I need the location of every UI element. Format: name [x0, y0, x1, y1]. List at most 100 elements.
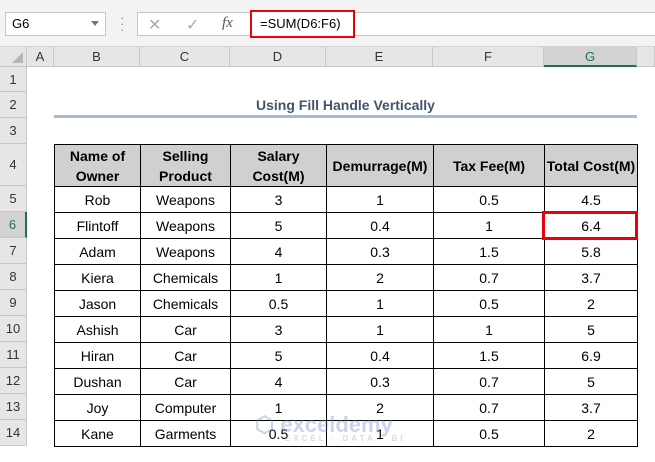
table-cell[interactable]: Chemicals	[140, 290, 231, 317]
name-box-value: G6	[12, 16, 30, 31]
table-cell[interactable]: 2	[326, 264, 434, 291]
table-cell[interactable]: 1	[433, 212, 545, 239]
column-header-E[interactable]: E	[326, 47, 433, 67]
table-cell[interactable]: 1	[230, 264, 327, 291]
table-cell[interactable]: 0.5	[433, 290, 545, 317]
column-header-A[interactable]: A	[27, 47, 54, 67]
table-cell[interactable]: 5	[544, 368, 638, 395]
table-cell[interactable]: 0.3	[326, 368, 434, 395]
table-cell[interactable]: 0.4	[326, 212, 434, 239]
column-header-F[interactable]: F	[433, 47, 544, 67]
row-header-12[interactable]: 12	[0, 368, 27, 394]
table-cell[interactable]: Computer	[140, 394, 231, 421]
table-cell[interactable]: Ashish	[54, 316, 141, 343]
table-cell[interactable]: Flintoff	[54, 212, 141, 239]
chevron-down-icon[interactable]	[91, 21, 99, 26]
table-cell[interactable]: Car	[140, 316, 231, 343]
table-cell[interactable]: 5	[230, 212, 327, 239]
table-cell[interactable]: 3.7	[544, 394, 638, 421]
row-header-6[interactable]: 6	[0, 212, 27, 238]
row-header-11[interactable]: 11	[0, 342, 27, 368]
column-header-D[interactable]: D	[230, 47, 326, 67]
table-header-cell[interactable]: Demurrage(M)	[326, 144, 434, 187]
table-cell[interactable]: 0.7	[433, 394, 545, 421]
table-cell[interactable]: 2	[544, 420, 638, 447]
table-cell[interactable]: 0.5	[433, 186, 545, 213]
row-header-4[interactable]: 4	[0, 144, 27, 186]
table-cell[interactable]: Weapons	[140, 238, 231, 265]
column-header-C[interactable]: C	[140, 47, 230, 67]
table-cell[interactable]: 1	[326, 186, 434, 213]
formula-text[interactable]: =SUM(D6:F6)	[250, 10, 355, 38]
formula-bar-area: G6 · · · ✕ ✓ fx =SUM(D6:F6)	[0, 0, 655, 47]
table-cell[interactable]: Adam	[54, 238, 141, 265]
column-header-G[interactable]: G	[544, 47, 637, 67]
selected-cell-highlight	[542, 211, 638, 240]
table-cell[interactable]: 4	[230, 368, 327, 395]
table-row: Jason Chemicals 0.5 1 0.5 2	[54, 290, 638, 317]
row-header-7[interactable]: 7	[0, 238, 27, 264]
row-header-14[interactable]: 14	[0, 420, 27, 446]
table-cell[interactable]: 4	[230, 238, 327, 265]
table-cell[interactable]: 6.9	[544, 342, 638, 369]
table-cell[interactable]: 5.8	[544, 238, 638, 265]
table-cell[interactable]: Jason	[54, 290, 141, 317]
table-cell[interactable]: Car	[140, 368, 231, 395]
table-header-cell[interactable]: Selling Product	[140, 144, 231, 187]
table-cell[interactable]: 1	[326, 290, 434, 317]
table-cell[interactable]: 0.7	[433, 368, 545, 395]
table-row: Ashish Car 3 1 1 5	[54, 316, 638, 343]
table-cell[interactable]: 1	[326, 316, 434, 343]
table-cell[interactable]: Garments	[140, 420, 231, 447]
table-cell[interactable]: Weapons	[140, 186, 231, 213]
table-cell[interactable]: 5	[230, 342, 327, 369]
row-header-10[interactable]: 10	[0, 316, 27, 342]
column-header-H[interactable]	[637, 47, 655, 67]
row-header-8[interactable]: 8	[0, 264, 27, 290]
table-cell[interactable]: 0.3	[326, 238, 434, 265]
table-cell[interactable]: 5	[544, 316, 638, 343]
table-cell[interactable]: 1.5	[433, 342, 545, 369]
table-cell[interactable]: 0.7	[433, 264, 545, 291]
table-cell[interactable]: 3.7	[544, 264, 638, 291]
select-all-button[interactable]	[0, 47, 27, 67]
table-header-cell[interactable]: Total Cost(M)	[544, 144, 638, 187]
table-header-cell[interactable]: Name of Owner	[54, 144, 141, 187]
row-header-5[interactable]: 5	[0, 186, 27, 212]
table-cell[interactable]: 0.4	[326, 342, 434, 369]
table-cell[interactable]: Joy	[54, 394, 141, 421]
row-header-1[interactable]: 1	[0, 67, 27, 92]
table-cell[interactable]: Dushan	[54, 368, 141, 395]
table-cell[interactable]: Weapons	[140, 212, 231, 239]
column-header-B[interactable]: B	[54, 47, 140, 67]
drag-handle-icon[interactable]: · · ·	[120, 10, 125, 36]
table-row: Kiera Chemicals 1 2 0.7 3.7	[54, 264, 638, 291]
table-cell[interactable]: Car	[140, 342, 231, 369]
table-cell[interactable]: 2	[544, 290, 638, 317]
table-header-cell[interactable]: Tax Fee(M)	[433, 144, 545, 187]
table-cell[interactable]: 1	[433, 316, 545, 343]
table-cell[interactable]: 3	[230, 316, 327, 343]
row-header-2[interactable]: 2	[0, 92, 27, 118]
table-cell[interactable]: 0.5	[230, 290, 327, 317]
table-row: Adam Weapons 4 0.3 1.5 5.8	[54, 238, 638, 265]
insert-function-icon[interactable]: fx	[222, 15, 233, 32]
table-cell[interactable]: 0.5	[433, 420, 545, 447]
row-header-3[interactable]: 3	[0, 118, 27, 144]
cancel-icon[interactable]: ✕	[148, 15, 161, 35]
table-cell[interactable]: Chemicals	[140, 264, 231, 291]
table-cell[interactable]: 4.5	[544, 186, 638, 213]
name-box[interactable]: G6	[5, 12, 106, 36]
table-cell[interactable]: Kiera	[54, 264, 141, 291]
formula-input[interactable]: ✕ ✓ fx	[137, 12, 655, 36]
row-header-13[interactable]: 13	[0, 394, 27, 420]
table-row: Rob Weapons 3 1 0.5 4.5	[54, 186, 638, 213]
table-cell[interactable]: Hiran	[54, 342, 141, 369]
table-header-cell[interactable]: Salary Cost(M)	[230, 144, 327, 187]
enter-icon[interactable]: ✓	[186, 15, 199, 35]
table-cell[interactable]: Rob	[54, 186, 141, 213]
table-cell[interactable]: 1.5	[433, 238, 545, 265]
table-cell[interactable]: Kane	[54, 420, 141, 447]
row-header-9[interactable]: 9	[0, 290, 27, 316]
table-cell[interactable]: 3	[230, 186, 327, 213]
